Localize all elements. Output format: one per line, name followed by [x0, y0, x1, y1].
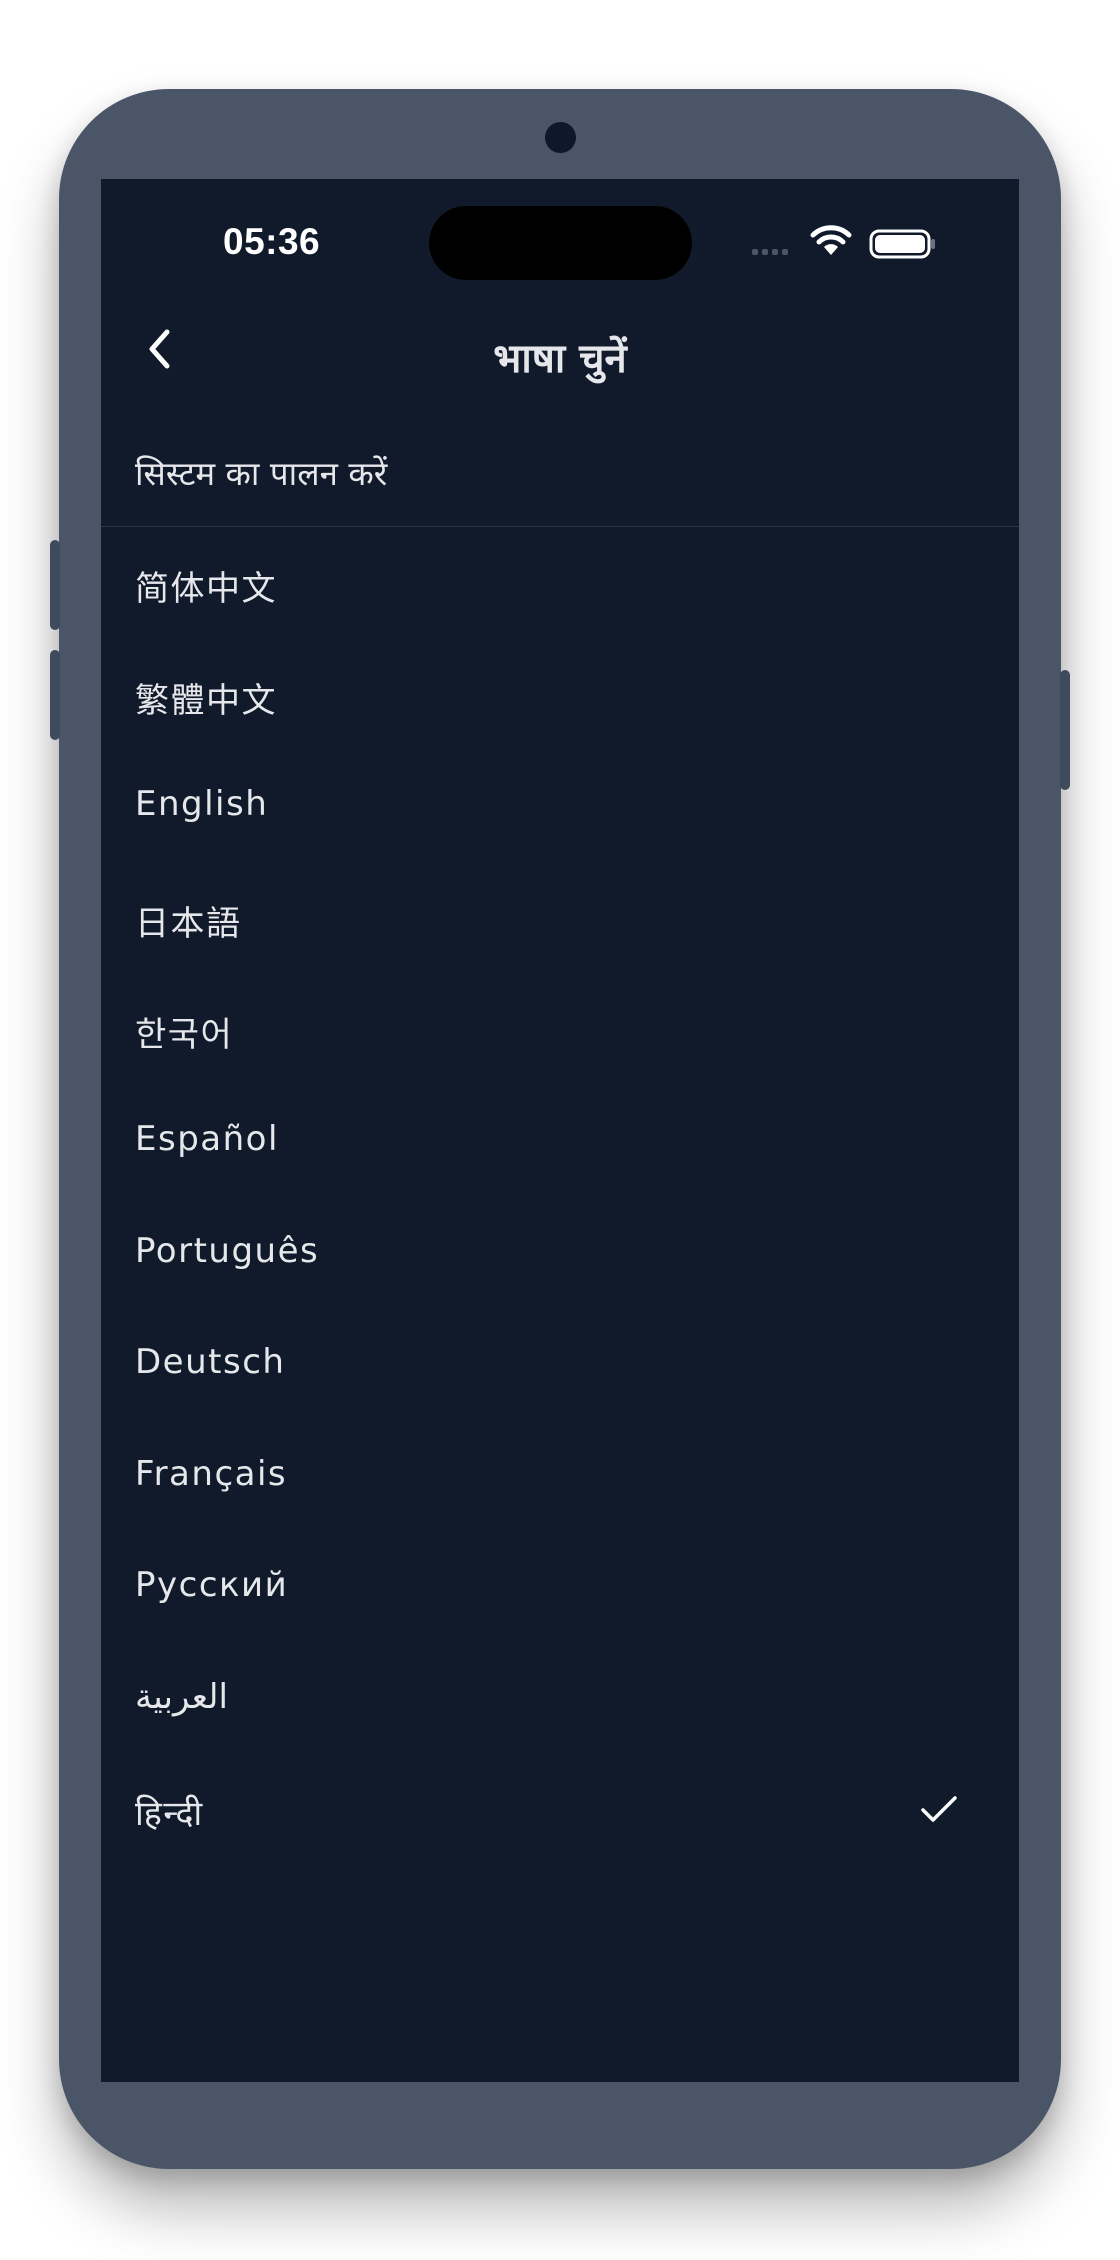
page-title: भाषा चुनें: [493, 336, 627, 382]
language-label: Deutsch: [135, 1342, 286, 1383]
language-label: English: [135, 784, 269, 825]
power-button: [1060, 670, 1070, 790]
language-list: 简体中文 繁體中文 English 日本語 한국어 Español Portug…: [101, 527, 1019, 1866]
language-item-french[interactable]: Français: [101, 1420, 1019, 1532]
language-label: Français: [135, 1453, 288, 1494]
language-item-hindi[interactable]: हिन्दी: [101, 1755, 1019, 1867]
language-item-portuguese[interactable]: Português: [101, 1197, 1019, 1309]
language-label: Español: [135, 1118, 279, 1159]
language-item-zh-hans[interactable]: 简体中文: [101, 527, 1019, 639]
language-label: 繁體中文: [135, 680, 277, 721]
language-label: 日本語: [135, 903, 242, 944]
navigation-bar: भाषा चुनें: [101, 289, 1019, 409]
language-label: 简体中文: [135, 569, 277, 609]
language-item-spanish[interactable]: Español: [101, 1085, 1019, 1197]
wifi-icon: [810, 225, 852, 255]
status-bar: 05:36: [101, 179, 1019, 289]
language-item-english[interactable]: English: [101, 750, 1019, 862]
volume-up-button: [50, 540, 60, 630]
language-item-russian[interactable]: Русский: [101, 1531, 1019, 1643]
cellular-signal-icon: [752, 249, 788, 255]
follow-system-option[interactable]: सिस्टम का पालन करें: [101, 416, 1019, 527]
battery-icon: [869, 229, 935, 259]
language-item-japanese[interactable]: 日本語: [101, 862, 1019, 974]
volume-down-button: [50, 650, 60, 740]
language-item-arabic[interactable]: العربية: [101, 1643, 1019, 1755]
checkmark-icon: [921, 1795, 957, 1822]
language-item-korean[interactable]: 한국어: [101, 973, 1019, 1085]
app-screen: 05:36 भाषा चुनें सिस्टम का पालन करें 简体中…: [101, 179, 1019, 2082]
status-time: 05:36: [223, 221, 321, 262]
language-label: 한국어: [135, 1015, 234, 1056]
front-camera: [545, 122, 576, 153]
language-item-german[interactable]: Deutsch: [101, 1308, 1019, 1420]
language-label: Português: [135, 1230, 320, 1271]
language-label: العربية: [135, 1676, 228, 1717]
language-label: Русский: [135, 1565, 289, 1606]
follow-system-label: सिस्टम का पालन करें: [135, 454, 388, 493]
language-item-zh-hant[interactable]: 繁體中文: [101, 639, 1019, 751]
dynamic-island: [429, 206, 692, 280]
language-label: हिन्दी: [135, 1793, 204, 1834]
